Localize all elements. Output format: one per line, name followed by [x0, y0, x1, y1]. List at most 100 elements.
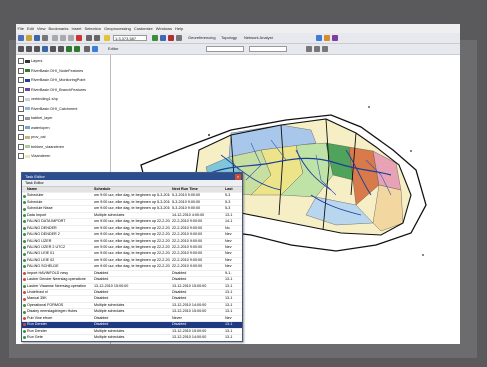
menu-item[interactable]: Bookmarks: [47, 26, 70, 31]
task-cell: Multiple schedules: [94, 342, 170, 343]
find-icon[interactable]: [332, 35, 338, 41]
menu-item[interactable]: Edit: [25, 26, 35, 31]
full-extent-icon[interactable]: [42, 46, 48, 52]
task-name: FALING LEIE 02: [27, 257, 55, 262]
task-cell: om 9:00 uur, elke dag, te beginnen op 5-…: [94, 206, 170, 211]
redo-icon[interactable]: [94, 35, 100, 41]
task-cell: 22-2-2010 9:00:00: [172, 225, 203, 230]
print-icon[interactable]: [42, 35, 48, 41]
layer-label: prov_cat: [31, 135, 46, 139]
toc-layer[interactable]: RiverBasin DHI_BranchFeatures: [18, 86, 87, 93]
layer-checkbox[interactable]: [18, 86, 24, 93]
map-scale-combo[interactable]: 1:3,373,587: [113, 35, 147, 41]
layer-checkbox[interactable]: [18, 153, 24, 159]
undo-icon[interactable]: [86, 35, 92, 41]
topology-label[interactable]: Topology: [221, 34, 237, 42]
copy-icon[interactable]: [60, 35, 66, 41]
task-name: Run Dender: [27, 322, 47, 327]
measure-icon[interactable]: [324, 35, 330, 41]
toc-layer[interactable]: Layers: [18, 58, 42, 64]
menu-item[interactable]: Insert: [70, 26, 83, 31]
task-cell: 22-2-2010 9:00:00: [172, 257, 203, 262]
layer-label: Layers: [31, 59, 43, 63]
layer-checkbox[interactable]: [18, 124, 24, 131]
dialog-menu[interactable]: Task Editor: [22, 180, 242, 187]
zoom-out-icon[interactable]: [26, 46, 32, 52]
task-cell: Disabled: [172, 270, 187, 275]
editor-icon[interactable]: [152, 35, 158, 41]
toc-layer[interactable]: RiverBasin DHI_Catchment: [18, 105, 77, 112]
toc-layer[interactable]: RiverBasin DHI_NodeFeatures: [18, 67, 83, 74]
task-cell: 22-2-2010 9:00:00: [172, 264, 203, 269]
layer-swatch-icon: [25, 88, 30, 91]
task-name: FALING SCHELDE: [27, 264, 59, 269]
toc-layer[interactable]: prov_cat: [18, 134, 46, 140]
layer-checkbox[interactable]: [18, 77, 24, 83]
layer-checkbox[interactable]: [18, 58, 24, 64]
editor-menu[interactable]: Editor: [108, 45, 118, 53]
task-cell: 22-2-2010 9:00:00: [172, 251, 203, 256]
toolbox-icon[interactable]: [168, 35, 174, 41]
toc-layer[interactable]: kabbel_layer: [18, 115, 53, 121]
identify-icon[interactable]: [316, 35, 322, 41]
close-icon[interactable]: ×: [235, 173, 241, 180]
task-icon: [23, 304, 26, 308]
target-combo[interactable]: [249, 46, 287, 52]
layer-checkbox[interactable]: [18, 105, 24, 112]
task-name: FALING DENDER 2: [27, 232, 60, 237]
paste-icon[interactable]: [68, 35, 74, 41]
layer-checkbox[interactable]: [18, 143, 24, 150]
fixed-zoom-in-icon[interactable]: [50, 46, 56, 52]
menu-item[interactable]: Selection: [83, 26, 102, 31]
add-data-icon[interactable]: [104, 35, 110, 41]
dialog-title: Task Editor: [25, 174, 45, 179]
layer-combo[interactable]: [206, 46, 244, 52]
save-icon[interactable]: [34, 35, 40, 41]
menu-item[interactable]: View: [35, 26, 47, 31]
toc-layer[interactable]: RiverBasin DHI_MonitoringPoint: [18, 77, 85, 83]
task-cell: Multiple schedules: [94, 328, 125, 333]
layer-checkbox[interactable]: [18, 115, 24, 121]
task-cell: No: [225, 225, 230, 230]
new-icon[interactable]: [18, 35, 24, 41]
fixed-zoom-out-icon[interactable]: [58, 46, 64, 52]
disabled-task-icon: [23, 297, 26, 301]
network-analyst-label[interactable]: Network Analyst: [244, 34, 273, 42]
toc-layer[interactable]: verbinding1.shp: [18, 96, 58, 102]
task-cell: 13-1: [225, 322, 233, 327]
georeferencing-label[interactable]: Georeferencing: [188, 34, 216, 42]
toc-layer[interactable]: waterlopen: [18, 124, 50, 131]
sketch-icon[interactable]: [306, 46, 312, 52]
task-cell: 13-1: [225, 296, 233, 301]
layer-checkbox[interactable]: [18, 67, 24, 74]
task-icon: [23, 329, 26, 333]
info-icon[interactable]: [92, 46, 98, 52]
task-cell: Nev: [225, 264, 232, 269]
table-row[interactable]: Run Leie RiMultiple schedules13-12-2010 …: [22, 342, 242, 343]
split-icon[interactable]: [322, 46, 328, 52]
python-icon[interactable]: [176, 35, 182, 41]
task-cell: 5-3-2010 9:00:00: [172, 199, 201, 204]
catalog-icon[interactable]: [160, 35, 166, 41]
select-icon[interactable]: [84, 46, 90, 52]
toc-layer[interactable]: Vlaanderen: [18, 153, 50, 159]
menu-item[interactable]: Windows: [154, 26, 173, 31]
layer-checkbox[interactable]: [18, 134, 24, 140]
toc-layer[interactable]: bekken_vlaanderen: [18, 143, 64, 150]
menu-item[interactable]: Help: [174, 26, 185, 31]
layer-label: RiverBasin DHI_BranchFeatures: [31, 87, 87, 92]
pan-icon[interactable]: [34, 46, 40, 52]
delete-icon[interactable]: [76, 35, 82, 41]
task-name: Lauber Vlaamse Neerslag operation: [27, 283, 87, 288]
open-icon[interactable]: [26, 35, 32, 41]
forward-icon[interactable]: [74, 46, 80, 52]
menu-item[interactable]: Customize: [132, 26, 154, 31]
task-cell: om 9:00 uur, elke dag, te beginnen op 5-…: [94, 199, 170, 204]
reshape-icon[interactable]: [314, 46, 320, 52]
back-icon[interactable]: [66, 46, 72, 52]
cut-icon[interactable]: [52, 35, 58, 41]
task-icon: [23, 246, 26, 250]
menu-item[interactable]: Geoprocessing: [102, 26, 132, 31]
layer-checkbox[interactable]: [18, 96, 24, 102]
zoom-in-icon[interactable]: [18, 46, 24, 52]
